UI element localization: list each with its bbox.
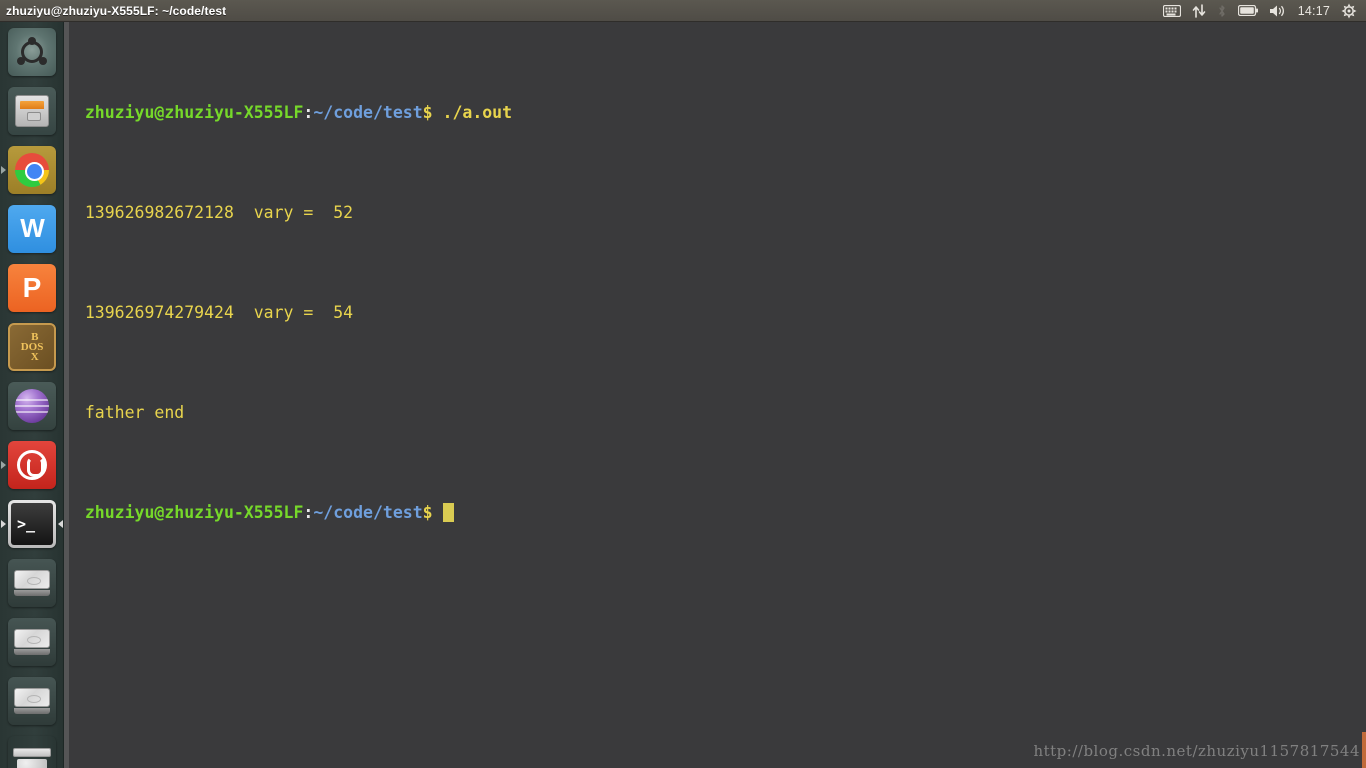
eclipse-icon — [8, 381, 56, 430]
bluetooth-icon[interactable] — [1217, 0, 1227, 22]
files-icon — [8, 86, 56, 135]
prompt-path: ~/code/test — [313, 103, 423, 122]
battery-icon[interactable] — [1237, 0, 1258, 22]
ubuntu-logo-icon — [8, 27, 56, 76]
terminal-icon: >_ — [8, 499, 56, 548]
prompt-sigil: $ — [422, 503, 433, 522]
prompt-user-host: zhuziyu@zhuziyu-X555LF — [84, 503, 304, 522]
disk-icon — [8, 558, 56, 607]
terminal-cursor — [442, 503, 454, 522]
terminal-line: 139626982672128 vary = 52 — [65, 200, 1366, 225]
watermark-text: http://blog.csdn.net/zhuziyu1157817544 — [1033, 742, 1360, 760]
disk-icon — [8, 617, 56, 666]
launcher-item-google-chrome[interactable] — [0, 140, 63, 199]
network-transfer-icon[interactable] — [1192, 0, 1206, 22]
launcher-item-files[interactable] — [0, 81, 63, 140]
terminal-output-text: father end — [84, 403, 185, 422]
focused-indicator-terminal — [58, 519, 63, 528]
dosbox-icon: B DOS X — [8, 322, 56, 371]
terminal-output-text: 139626982672128 vary = 52 — [84, 203, 354, 222]
launcher-item-dosbox[interactable]: B DOS X — [0, 317, 63, 376]
launcher-item-ubuntu-dash[interactable] — [0, 22, 63, 81]
terminal-line: 139626974279424 vary = 54 — [65, 300, 1366, 325]
prompt-colon: : — [303, 103, 314, 122]
running-indicator-netease — [1, 460, 6, 469]
window-title: zhuziyu@zhuziyu-X555LF: ~/code/test — [6, 3, 227, 18]
wps-writer-icon: W — [8, 204, 56, 253]
chrome-icon — [8, 145, 56, 194]
launcher-item-disk-volume-2[interactable] — [0, 612, 63, 671]
launcher-item-trash[interactable] — [0, 730, 63, 768]
netease-music-icon — [8, 440, 56, 489]
unity-launcher: W P B DOS X >_ — [0, 22, 64, 768]
system-tray: 14:17 — [1162, 0, 1366, 22]
watermark-accent-bar — [1362, 732, 1366, 768]
launcher-item-wps-presentation[interactable]: P — [0, 258, 63, 317]
terminal-line: zhuziyu@zhuziyu-X555LF:~/code/test$ — [65, 500, 1366, 525]
launcher-item-disk-volume-3[interactable] — [0, 671, 63, 730]
launcher-item-disk-volume-1[interactable] — [0, 553, 63, 612]
launcher-item-wps-writer[interactable]: W — [0, 199, 63, 258]
clock[interactable]: 14:17 — [1298, 0, 1330, 22]
launcher-item-eclipse[interactable] — [0, 376, 63, 435]
prompt-user-host: zhuziyu@zhuziyu-X555LF — [84, 103, 304, 122]
terminal-window[interactable]: zhuziyu@zhuziyu-X555LF:~/code/test$ ./a.… — [64, 22, 1366, 768]
desktop-screen: zhuziyu@zhuziyu-X555LF: ~/code/test 14:1… — [0, 0, 1366, 768]
keyboard-input-icon[interactable] — [1162, 0, 1181, 22]
running-indicator-chrome — [1, 165, 6, 174]
prompt-colon: : — [303, 503, 314, 522]
terminal-output-text: 139626974279424 vary = 54 — [84, 303, 354, 322]
prompt-sigil: $ — [422, 103, 433, 122]
trash-icon — [8, 736, 56, 768]
launcher-item-terminal[interactable]: >_ — [0, 494, 63, 553]
wps-presentation-icon: P — [8, 263, 56, 312]
terminal-command: ./a.out — [432, 103, 513, 122]
prompt-path: ~/code/test — [313, 503, 423, 522]
clock-label: 14:17 — [1297, 3, 1330, 18]
terminal-line: father end — [65, 400, 1366, 425]
terminal-line: zhuziyu@zhuziyu-X555LF:~/code/test$ ./a.… — [65, 100, 1366, 125]
launcher-item-netease-cloud-music[interactable] — [0, 435, 63, 494]
disk-icon — [8, 676, 56, 725]
terminal-output: zhuziyu@zhuziyu-X555LF:~/code/test$ ./a.… — [65, 25, 1366, 768]
system-settings-gear-icon[interactable] — [1341, 0, 1357, 22]
volume-icon[interactable] — [1269, 0, 1287, 22]
running-indicator-terminal — [1, 519, 6, 528]
top-panel: zhuziyu@zhuziyu-X555LF: ~/code/test 14:1… — [0, 0, 1366, 22]
